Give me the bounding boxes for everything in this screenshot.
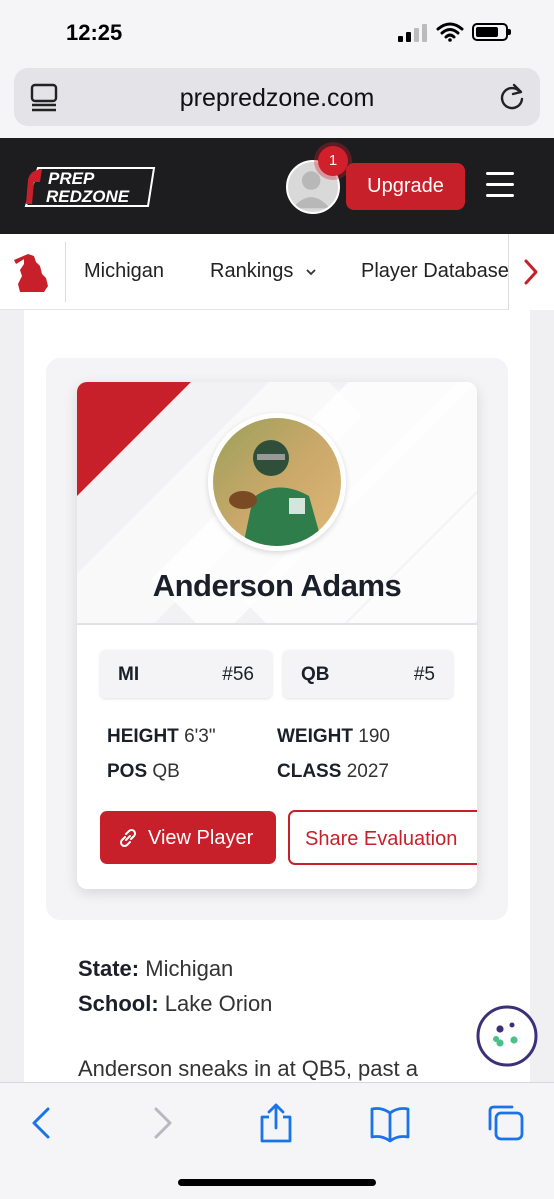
pos-attr: POS QB xyxy=(107,761,180,783)
state-rank-label: MI xyxy=(118,664,140,685)
reload-icon[interactable] xyxy=(498,82,526,112)
state-rank-chip: MI #56 xyxy=(100,650,272,698)
link-icon xyxy=(119,828,137,848)
status-bar: 12:25 xyxy=(0,0,554,64)
school-info-label: School: xyxy=(78,991,159,1016)
hamburger-menu-icon[interactable] xyxy=(486,172,514,198)
forward-icon[interactable] xyxy=(142,1103,182,1143)
player-name: Anderson Adams xyxy=(152,568,402,603)
state-rank-value: #56 xyxy=(222,664,254,685)
weight-value: 190 xyxy=(358,726,390,747)
player-photo[interactable] xyxy=(208,413,346,551)
url-text: prepredzone.com xyxy=(179,84,375,112)
status-time: 12:25 xyxy=(66,20,123,45)
browser-url-area: prepredzone.com xyxy=(0,64,554,138)
state-subnav: Michigan Rankings Player Database xyxy=(0,234,554,310)
card-corner-accent xyxy=(77,382,191,496)
view-player-button[interactable]: View Player xyxy=(100,811,276,864)
nav-item-michigan[interactable]: Michigan xyxy=(84,260,164,283)
subnav-divider xyxy=(65,242,66,302)
subnav-scroll-right[interactable] xyxy=(508,234,554,310)
tabs-icon[interactable] xyxy=(486,1103,526,1143)
state-info-label: State: xyxy=(78,956,140,981)
height-value: 6'3" xyxy=(184,726,216,747)
chevron-right-icon xyxy=(524,259,538,285)
class-value: 2027 xyxy=(346,761,389,782)
view-player-label: View Player xyxy=(148,827,254,849)
url-bar[interactable]: prepredzone.com xyxy=(14,68,540,126)
upgrade-button[interactable]: Upgrade xyxy=(346,163,465,210)
nav-item-player-database-clip: Player Database xyxy=(360,234,508,310)
logo-line2: REDZONE xyxy=(46,187,130,206)
nav-item-player-database[interactable]: Player Database xyxy=(361,260,508,283)
player-card-header: Anderson Adams xyxy=(77,382,477,625)
state-info: State: Michigan xyxy=(78,956,233,982)
site-header: PREP REDZONE 1 Upgrade xyxy=(0,138,554,234)
wifi-icon xyxy=(436,22,464,42)
cookie-settings-icon[interactable] xyxy=(476,1005,538,1067)
nav-item-rankings-label: Rankings xyxy=(210,260,294,282)
height-attr: HEIGHT 6'3" xyxy=(107,726,216,748)
class-attr: CLASS 2027 xyxy=(277,761,389,783)
player-photo-image xyxy=(213,418,341,546)
back-icon[interactable] xyxy=(22,1103,62,1143)
pos-value: QB xyxy=(152,761,180,782)
player-blurb: Anderson sneaks in at QB5, past a xyxy=(78,1056,418,1081)
chevron-down-icon xyxy=(306,269,316,275)
class-label: CLASS xyxy=(277,761,342,782)
weight-attr: WEIGHT 190 xyxy=(277,726,390,748)
height-label: HEIGHT xyxy=(107,726,179,747)
position-rank-label: QB xyxy=(301,664,330,685)
battery-icon xyxy=(472,23,511,41)
player-card: Anderson Adams MI #56 QB #5 HEIGHT 6'3" … xyxy=(77,382,477,889)
bookmarks-icon[interactable] xyxy=(370,1103,410,1143)
school-info: School: Lake Orion xyxy=(78,991,272,1017)
share-evaluation-label: Share Evaluation xyxy=(305,828,458,850)
logo-line1: PREP xyxy=(48,169,95,188)
position-rank-value: #5 xyxy=(413,664,435,685)
nav-item-rankings[interactable]: Rankings xyxy=(210,260,317,283)
weight-label: WEIGHT xyxy=(277,726,353,747)
michigan-state-icon[interactable] xyxy=(14,252,52,294)
home-indicator xyxy=(178,1179,376,1186)
prep-redzone-logo[interactable]: PREP REDZONE xyxy=(22,164,156,210)
state-info-value: Michigan xyxy=(145,956,234,981)
cellular-signal-icon xyxy=(398,24,428,42)
position-rank-chip: QB #5 xyxy=(283,650,453,698)
school-info-value: Lake Orion xyxy=(164,991,273,1016)
notification-badge[interactable]: 1 xyxy=(318,146,348,176)
share-evaluation-button[interactable]: Share Evaluation xyxy=(288,810,477,865)
share-icon[interactable] xyxy=(256,1103,296,1143)
pos-label: POS xyxy=(107,761,148,782)
